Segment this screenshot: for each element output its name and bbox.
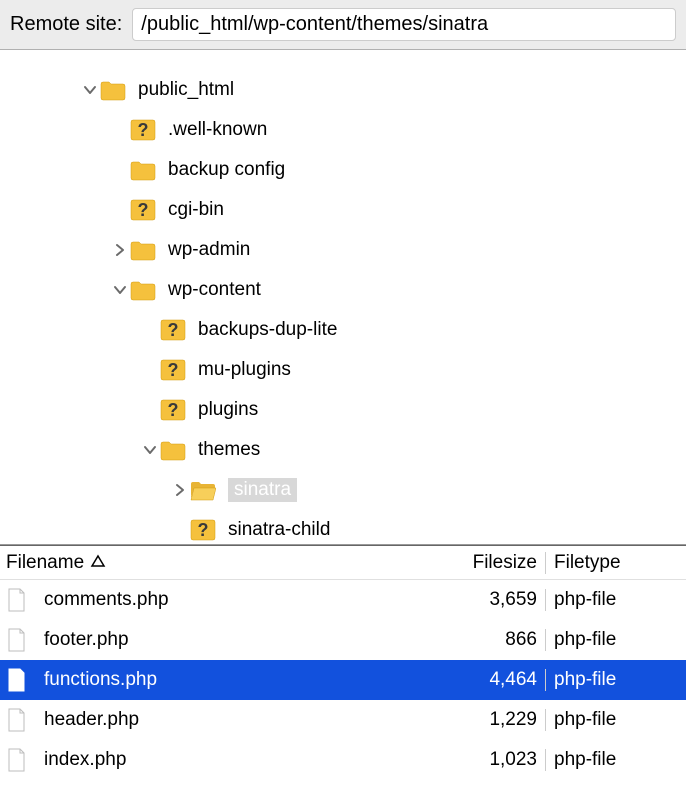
file-icon (6, 587, 28, 613)
tree-item-label: wp-admin (168, 239, 250, 261)
file-name: index.php (44, 749, 126, 771)
file-type: php-file (546, 669, 686, 691)
file-icon (6, 707, 28, 733)
tree-item-label: wp-content (168, 279, 261, 301)
directory-tree[interactable]: public_html .well-known backup config cgi-b… (0, 50, 686, 545)
tree-item[interactable]: sinatra (0, 470, 686, 510)
tree-item-label: cgi-bin (168, 199, 224, 221)
column-header-filetype[interactable]: Filetype (546, 552, 686, 574)
remote-path-input[interactable] (132, 8, 676, 41)
file-name: footer.php (44, 629, 129, 651)
file-type: php-file (546, 749, 686, 771)
tree-item[interactable]: public_html (0, 70, 686, 110)
question-icon (130, 119, 156, 141)
file-size: 3,659 (446, 589, 546, 611)
file-type: php-file (546, 589, 686, 611)
file-name: comments.php (44, 589, 169, 611)
folder-icon (100, 79, 126, 101)
filename-header-label: Filename (6, 552, 84, 574)
tree-item-label: .well-known (168, 119, 267, 141)
file-size: 1,023 (446, 749, 546, 771)
folder-icon (130, 159, 156, 181)
tree-item[interactable]: .well-known (0, 110, 686, 150)
column-header-filesize[interactable]: Filesize (446, 552, 546, 574)
file-icon (6, 627, 28, 653)
question-icon (160, 359, 186, 381)
file-row[interactable]: functions.php 4,464php-file (0, 660, 686, 700)
folder-icon (130, 279, 156, 301)
column-header-filename[interactable]: Filename (6, 552, 446, 574)
file-type: php-file (546, 709, 686, 731)
tree-item-label: plugins (198, 399, 258, 421)
tree-item-label: themes (198, 439, 260, 461)
file-name: header.php (44, 709, 139, 731)
file-row[interactable]: comments.php 3,659php-file (0, 580, 686, 620)
question-icon (130, 199, 156, 221)
chevron-down-icon[interactable] (140, 440, 160, 460)
file-icon (6, 747, 28, 773)
tree-item-label: mu-plugins (198, 359, 291, 381)
tree-item[interactable]: plugins (0, 390, 686, 430)
tree-item-label: sinatra (228, 478, 297, 502)
file-size: 1,229 (446, 709, 546, 731)
question-icon (190, 519, 216, 541)
tree-item[interactable]: wp-admin (0, 230, 686, 270)
file-list-panel: Filename Filesize Filetype comments.php 3… (0, 545, 686, 780)
folder-icon (130, 239, 156, 261)
tree-item[interactable]: sinatra-child (0, 510, 686, 545)
tree-item-label: backup config (168, 159, 285, 181)
file-size: 866 (446, 629, 546, 651)
tree-item-label: sinatra-child (228, 519, 330, 541)
tree-item-label: backups-dup-lite (198, 319, 337, 341)
chevron-down-icon[interactable] (80, 80, 100, 100)
tree-item[interactable]: wp-content (0, 270, 686, 310)
tree-item[interactable]: backups-dup-lite (0, 310, 686, 350)
folder-icon (160, 439, 186, 461)
remote-site-label: Remote site: (10, 13, 122, 36)
chevron-right-icon[interactable] (110, 240, 130, 260)
question-icon (160, 319, 186, 341)
file-name: functions.php (44, 669, 157, 691)
folder-open-icon (190, 479, 216, 501)
file-row[interactable]: index.php 1,023php-file (0, 740, 686, 780)
chevron-right-icon[interactable] (170, 480, 190, 500)
tree-item[interactable]: themes (0, 430, 686, 470)
tree-item[interactable]: mu-plugins (0, 350, 686, 390)
file-list-header[interactable]: Filename Filesize Filetype (0, 546, 686, 580)
tree-item-label: public_html (138, 79, 234, 101)
tree-item[interactable]: cgi-bin (0, 190, 686, 230)
chevron-down-icon[interactable] (110, 280, 130, 300)
file-row[interactable]: header.php 1,229php-file (0, 700, 686, 740)
tree-item[interactable]: backup config (0, 150, 686, 190)
question-icon (160, 399, 186, 421)
sort-ascending-icon (90, 552, 106, 574)
file-row[interactable]: footer.php 866php-file (0, 620, 686, 660)
file-icon (6, 667, 28, 693)
remote-site-header: Remote site: (0, 0, 686, 50)
file-type: php-file (546, 629, 686, 651)
file-size: 4,464 (446, 669, 546, 691)
